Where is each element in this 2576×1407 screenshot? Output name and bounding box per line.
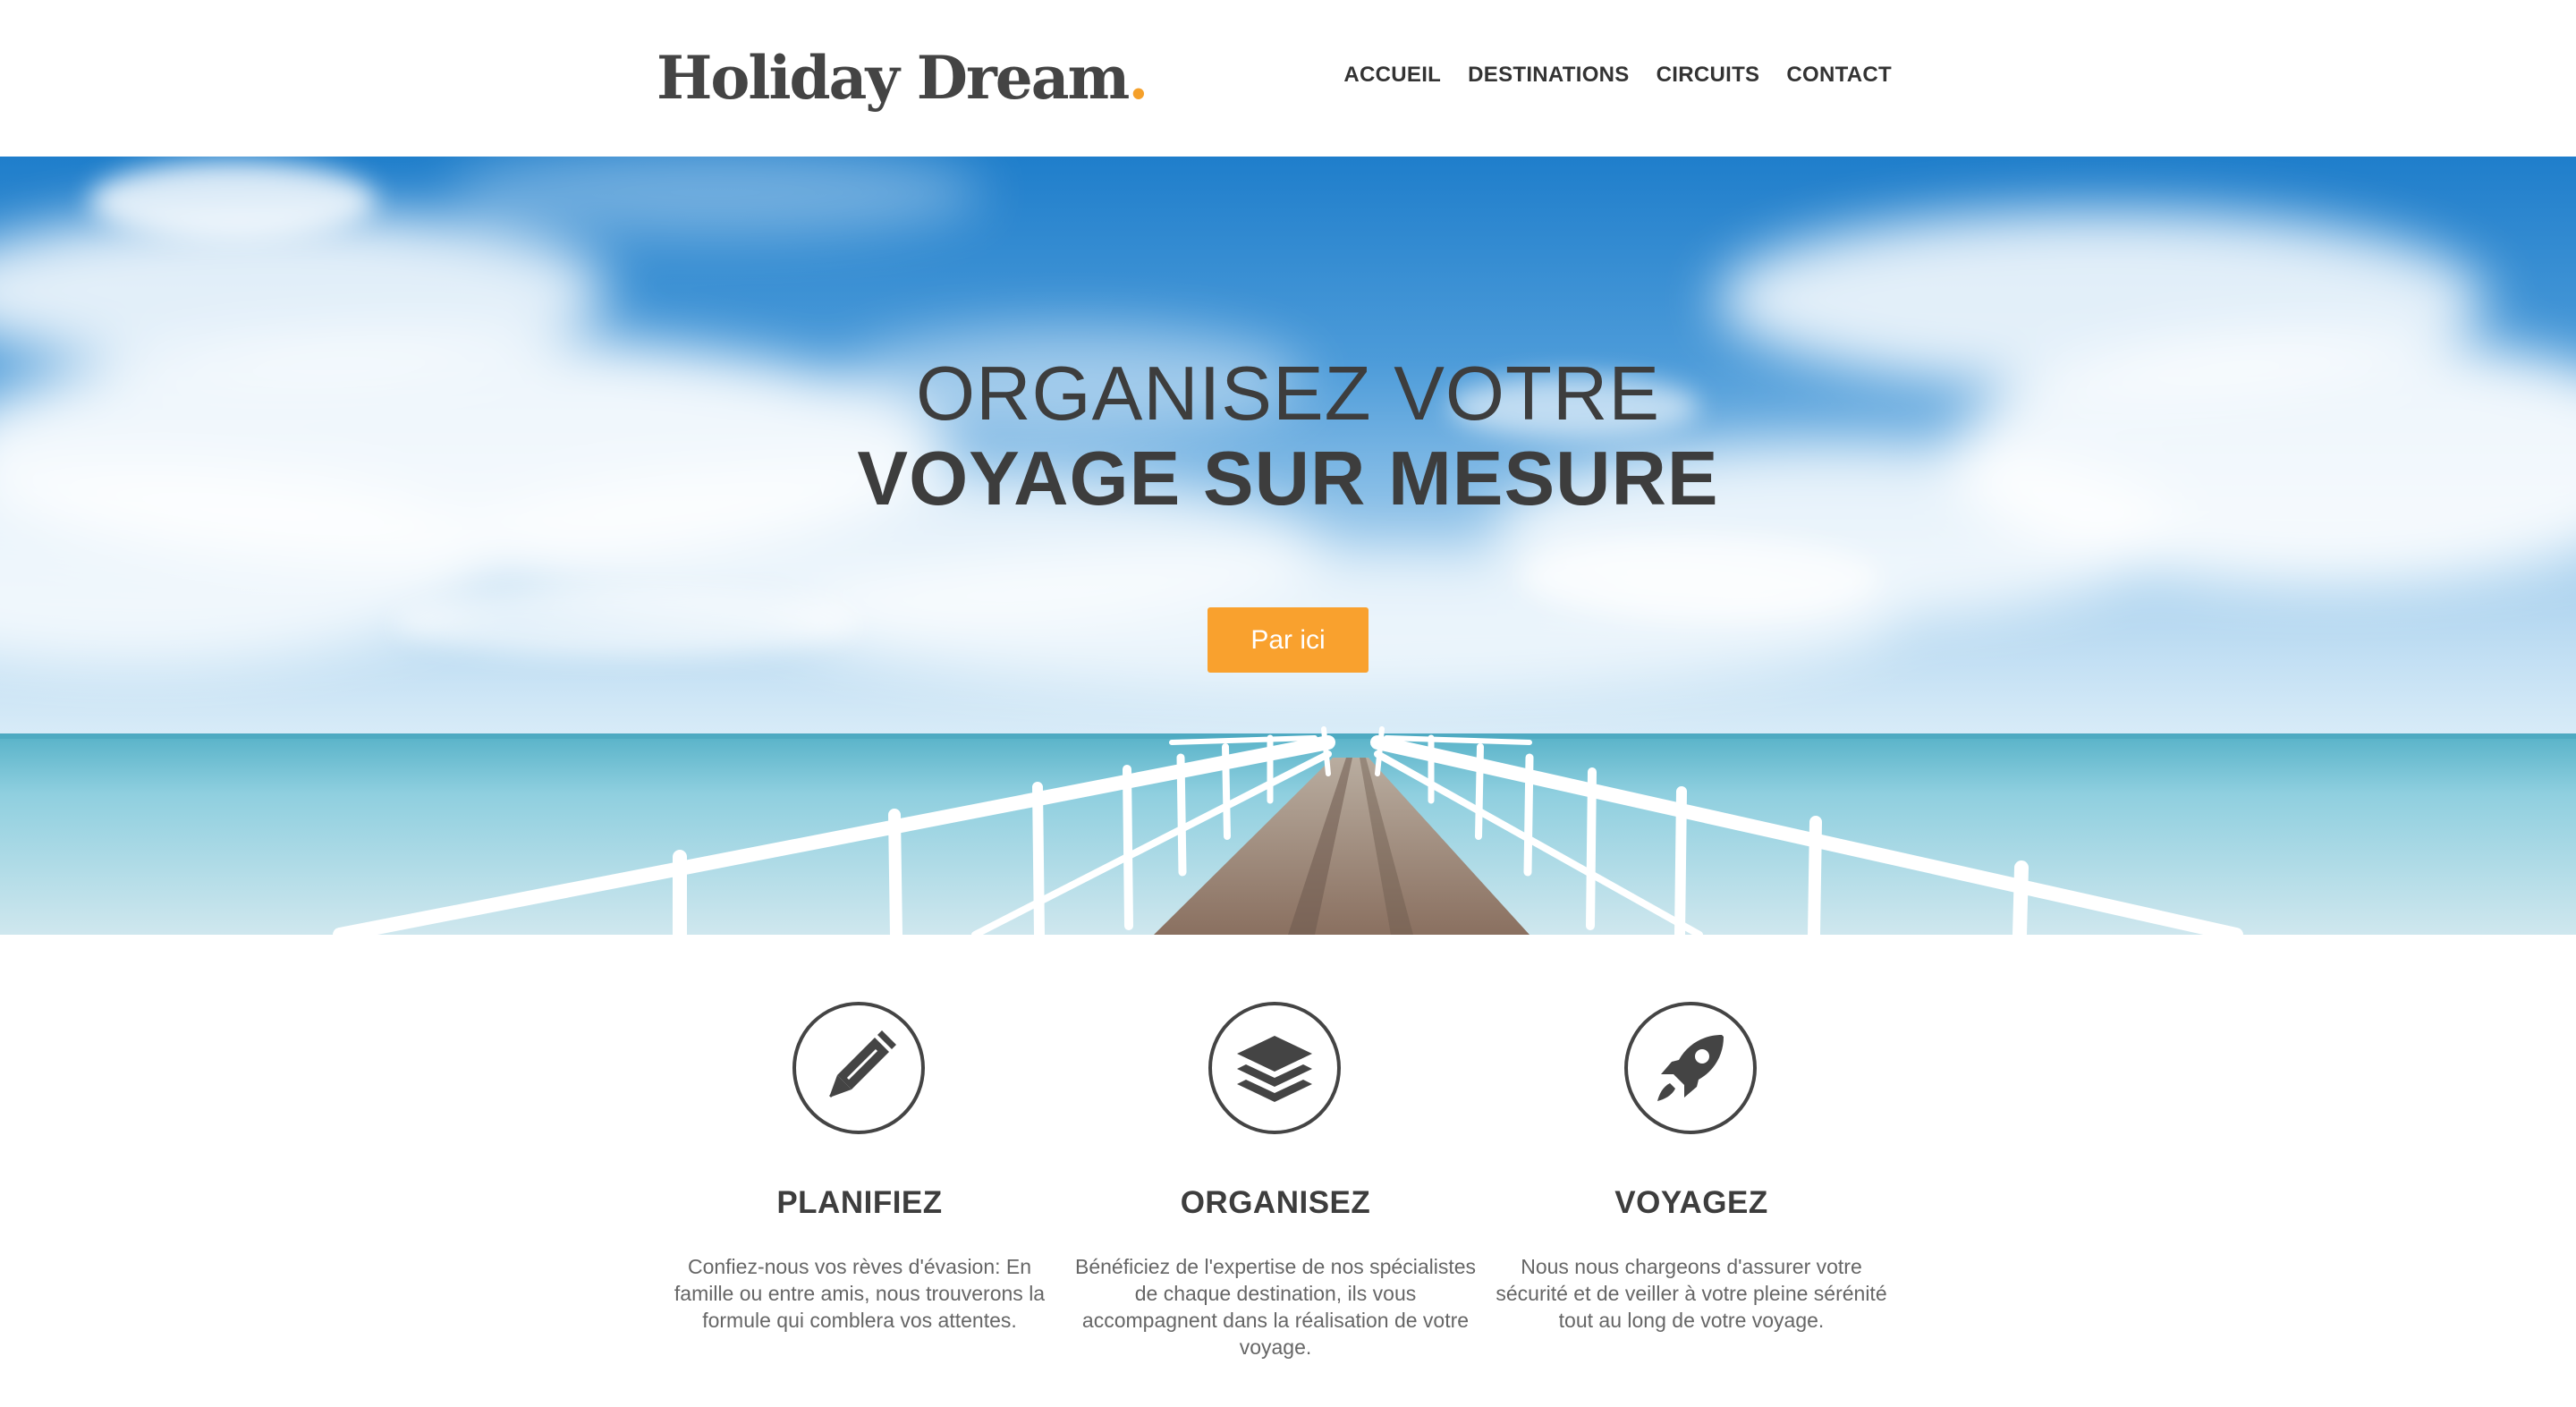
nav-item-circuits[interactable]: CIRCUITS <box>1657 57 1760 93</box>
par-ici-button[interactable]: Par ici <box>1208 607 1368 673</box>
feature-title: ORGANISEZ <box>1180 1185 1371 1220</box>
hero-headline: ORGANISEZ VOTRE VOYAGE SUR MESURE <box>0 352 2576 521</box>
hero-headline-line1: ORGANISEZ VOTRE <box>915 352 1661 437</box>
pen-icon <box>792 1002 925 1134</box>
feature-description: Nous nous chargeons d'assurer votre sécu… <box>1496 1255 1887 1332</box>
feature-title: VOYAGEZ <box>1614 1185 1768 1220</box>
site-header: Holiday Dream. ACCUEIL DESTINATIONS CIRC… <box>0 0 2576 157</box>
logo-text: Holiday Dream <box>657 43 1130 113</box>
hero-headline-line2: VOYAGE SUR MESURE <box>857 437 1719 521</box>
hero-banner: ORGANISEZ VOTRE VOYAGE SUR MESURE Par ic… <box>0 157 2576 935</box>
rocket-icon <box>1624 1002 1757 1134</box>
logo[interactable]: Holiday Dream. <box>657 38 1148 118</box>
main-nav: ACCUEIL DESTINATIONS CIRCUITS CONTACT <box>1343 57 1892 93</box>
logo-dot: . <box>1128 43 1148 113</box>
hero-background-image <box>0 157 2576 935</box>
features-section: PLANIFIEZ Confiez-nous vos rèves d'évasi… <box>0 935 2576 1407</box>
feature-description: Bénéficiez de l'expertise de nos spécial… <box>1074 1255 1477 1359</box>
feature-description: Confiez-nous vos rèves d'évasion: En fam… <box>674 1255 1046 1332</box>
feature-title: PLANIFIEZ <box>776 1185 943 1220</box>
nav-item-accueil[interactable]: ACCUEIL <box>1343 57 1441 93</box>
nav-item-contact[interactable]: CONTACT <box>1786 57 1892 93</box>
layers-icon <box>1208 1002 1341 1134</box>
nav-item-destinations[interactable]: DESTINATIONS <box>1468 57 1630 93</box>
